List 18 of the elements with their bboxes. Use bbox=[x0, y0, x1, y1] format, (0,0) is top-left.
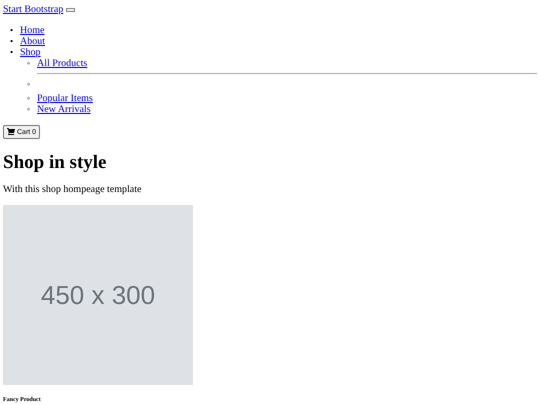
bullet-marker: ◦ bbox=[27, 104, 30, 115]
bullet-marker: • bbox=[10, 36, 14, 47]
bullet-marker: • bbox=[10, 25, 14, 36]
bullet-marker: • bbox=[10, 47, 14, 58]
dropdown-item[interactable]: New Arrivals bbox=[37, 104, 91, 115]
nav-link[interactable]: Home bbox=[20, 25, 44, 36]
page-heading: Shop in style bbox=[3, 152, 108, 174]
bullet-marker: ◦ bbox=[27, 93, 30, 104]
dropdown-item[interactable]: Popular Items bbox=[37, 93, 93, 104]
page-subtitle: With this shop hompeage template bbox=[3, 184, 142, 195]
nav-link[interactable]: Shop bbox=[20, 47, 41, 58]
dropdown-item[interactable]: All Products bbox=[37, 58, 88, 69]
bullet-marker: ◦ bbox=[27, 79, 30, 90]
navbar-toggler-button[interactable] bbox=[66, 8, 76, 12]
bullet-marker: ◦ bbox=[27, 58, 30, 69]
cart-icon bbox=[7, 128, 15, 136]
brand-link[interactable]: Start Bootstrap bbox=[3, 4, 64, 15]
nav-link[interactable]: About bbox=[20, 36, 45, 47]
